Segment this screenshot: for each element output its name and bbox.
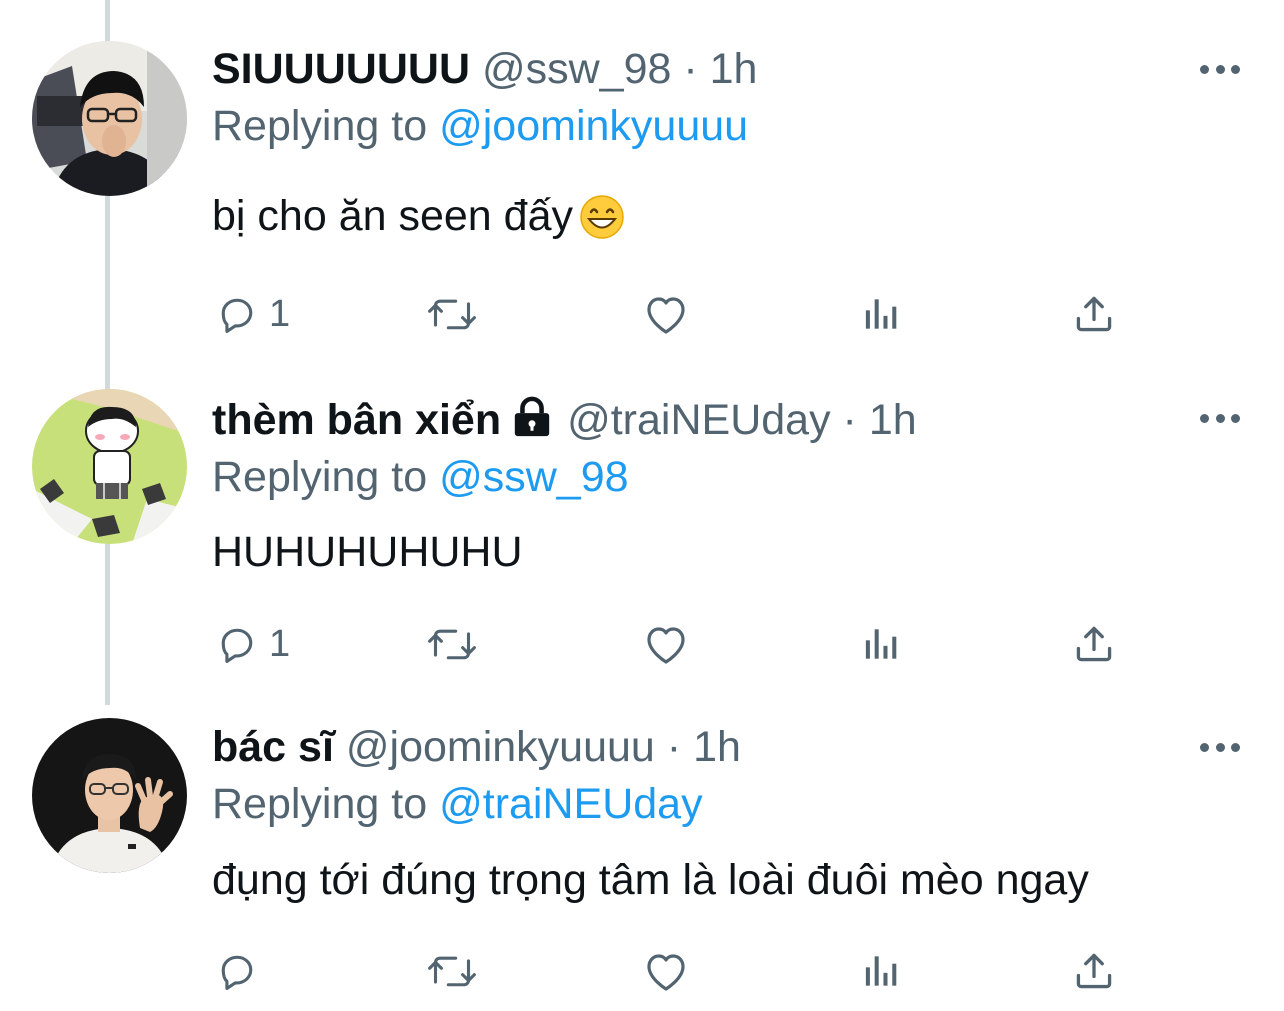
tweet-actions: 1 <box>212 289 1132 339</box>
handle[interactable]: @ssw_98 <box>482 45 671 93</box>
analytics-icon <box>860 622 904 666</box>
reply-count: 1 <box>269 292 291 335</box>
mention-link[interactable]: @joominkyuuuu <box>439 102 748 150</box>
reply-button[interactable]: 1 <box>215 619 290 669</box>
grinning-face-emoji <box>579 194 625 251</box>
like-button[interactable] <box>642 289 690 339</box>
heart-icon <box>642 292 690 336</box>
lock-icon <box>509 396 555 449</box>
like-button[interactable] <box>642 946 690 996</box>
views-button[interactable] <box>860 619 904 669</box>
analytics-icon <box>860 949 904 993</box>
tweet-header: bác sĩ @joominkyuuuu · 1h <box>212 722 741 772</box>
tweet-text: HUHUHUHUHU <box>212 527 523 577</box>
reply-button[interactable] <box>215 946 269 996</box>
replying-to-line: Replying to @traiNEUday <box>212 779 703 829</box>
reply-count: 1 <box>269 622 291 665</box>
tweet-text-content: HUHUHUHUHU <box>212 528 523 576</box>
like-button[interactable] <box>642 619 690 669</box>
tweet-actions: 1 <box>212 619 1132 669</box>
handle[interactable]: @joominkyuuuu <box>346 723 655 771</box>
more-icon[interactable] <box>1200 408 1240 428</box>
retweet-button[interactable] <box>425 289 479 339</box>
retweet-button[interactable] <box>425 946 479 996</box>
avatar[interactable] <box>32 389 187 544</box>
reply-icon <box>215 949 259 993</box>
tweet-header: SIUUUUUUU @ssw_98 · 1h <box>212 44 757 94</box>
tweet-text-content: bị cho ăn seen đấy <box>212 192 573 240</box>
share-icon <box>1072 292 1116 336</box>
views-button[interactable] <box>860 289 904 339</box>
avatar[interactable] <box>32 718 187 873</box>
display-name[interactable]: SIUUUUUUU <box>212 45 470 93</box>
timestamp[interactable]: 1h <box>693 723 741 771</box>
retweet-button[interactable] <box>425 619 479 669</box>
heart-icon <box>642 949 690 993</box>
share-button[interactable] <box>1072 619 1116 669</box>
display-name[interactable]: thèm bân xiển <box>212 396 501 444</box>
separator: · <box>683 45 698 93</box>
timestamp[interactable]: 1h <box>710 45 758 93</box>
replying-to-line: Replying to @joominkyuuuu <box>212 101 748 151</box>
share-icon <box>1072 949 1116 993</box>
mention-link[interactable]: @ssw_98 <box>439 453 628 501</box>
tweet-header: thèm bân xiển @traiNEUday · 1h <box>212 395 917 449</box>
display-name[interactable]: bác sĩ <box>212 723 334 771</box>
analytics-icon <box>860 292 904 336</box>
tweet-text-content: đụng tới đúng trọng tâm là loài đuôi mèo… <box>212 856 1089 904</box>
views-button[interactable] <box>860 946 904 996</box>
retweet-icon <box>425 292 479 336</box>
mention-link[interactable]: @traiNEUday <box>439 780 703 828</box>
more-icon[interactable] <box>1200 59 1240 79</box>
handle[interactable]: @traiNEUday <box>567 396 831 444</box>
separator: · <box>842 396 857 444</box>
avatar[interactable] <box>32 41 187 196</box>
share-button[interactable] <box>1072 289 1116 339</box>
retweet-icon <box>425 622 479 666</box>
tweet-actions <box>212 946 1132 996</box>
timestamp[interactable]: 1h <box>869 396 917 444</box>
share-button[interactable] <box>1072 946 1116 996</box>
replying-prefix: Replying to <box>212 780 428 828</box>
heart-icon <box>642 622 690 666</box>
share-icon <box>1072 622 1116 666</box>
tweet-text: đụng tới đúng trọng tâm là loài đuôi mèo… <box>212 855 1089 905</box>
reply-button[interactable]: 1 <box>215 289 290 339</box>
separator: · <box>666 723 682 771</box>
reply-icon <box>215 292 259 336</box>
reply-icon <box>215 622 259 666</box>
tweet-text: bị cho ăn seen đấy <box>212 191 625 251</box>
replying-prefix: Replying to <box>212 453 428 501</box>
more-icon[interactable] <box>1200 737 1240 757</box>
replying-prefix: Replying to <box>212 102 428 150</box>
retweet-icon <box>425 949 479 993</box>
replying-to-line: Replying to @ssw_98 <box>212 452 629 502</box>
